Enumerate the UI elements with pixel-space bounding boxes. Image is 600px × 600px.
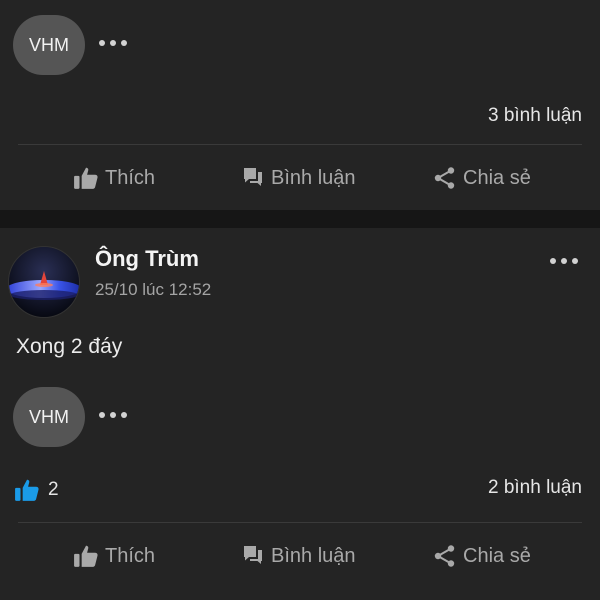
comment-button[interactable]: Bình luận bbox=[239, 166, 356, 190]
share-icon bbox=[434, 167, 455, 189]
like-count: 2 bbox=[48, 479, 59, 500]
post-card-2: Ông Trùm 25/10 lúc 12:52 Xong 2 đáy VHM … bbox=[0, 228, 600, 600]
reactor-avatar[interactable]: VHM bbox=[13, 15, 85, 75]
like-summary[interactable]: 2 bbox=[14, 478, 59, 502]
comment-button[interactable]: Bình luận bbox=[239, 544, 356, 568]
comment-label: Bình luận bbox=[271, 166, 356, 189]
share-label: Chia sẻ bbox=[463, 544, 531, 567]
comment-count[interactable]: 2 bình luận bbox=[488, 477, 582, 499]
share-label: Chia sẻ bbox=[463, 166, 531, 189]
divider bbox=[18, 522, 582, 523]
more-options-icon[interactable] bbox=[550, 258, 578, 264]
more-options-icon[interactable] bbox=[99, 412, 127, 418]
reactor-avatar[interactable]: VHM bbox=[13, 387, 85, 447]
thumbs-up-icon bbox=[74, 545, 98, 567]
author-name[interactable]: Ông Trùm bbox=[95, 246, 199, 272]
post-timestamp: 25/10 lúc 12:52 bbox=[95, 280, 212, 299]
reactor-initials: VHM bbox=[29, 406, 69, 427]
author-avatar[interactable] bbox=[8, 246, 80, 318]
share-button[interactable]: Chia sẻ bbox=[433, 166, 531, 190]
author-avatar-image bbox=[9, 247, 79, 317]
like-button[interactable]: Thích bbox=[73, 166, 155, 190]
thumbs-up-icon bbox=[74, 167, 98, 189]
reactor-initials: VHM bbox=[29, 34, 69, 55]
comment-icon bbox=[244, 546, 262, 564]
divider bbox=[18, 144, 582, 145]
comment-count[interactable]: 3 bình luận bbox=[488, 105, 582, 127]
comment-icon bbox=[244, 168, 262, 186]
share-button[interactable]: Chia sẻ bbox=[433, 544, 531, 568]
like-label: Thích bbox=[105, 166, 156, 189]
like-label: Thích bbox=[105, 544, 156, 567]
like-button[interactable]: Thích bbox=[73, 544, 155, 568]
post-card-1: VHM 3 bình luận Thích Bình luận Chia sẻ bbox=[0, 0, 600, 210]
more-options-icon[interactable] bbox=[99, 40, 127, 46]
like-reaction-icon bbox=[15, 479, 39, 501]
share-icon bbox=[434, 545, 455, 567]
comment-label: Bình luận bbox=[271, 544, 356, 567]
post-body-text: Xong 2 đáy bbox=[16, 335, 123, 358]
